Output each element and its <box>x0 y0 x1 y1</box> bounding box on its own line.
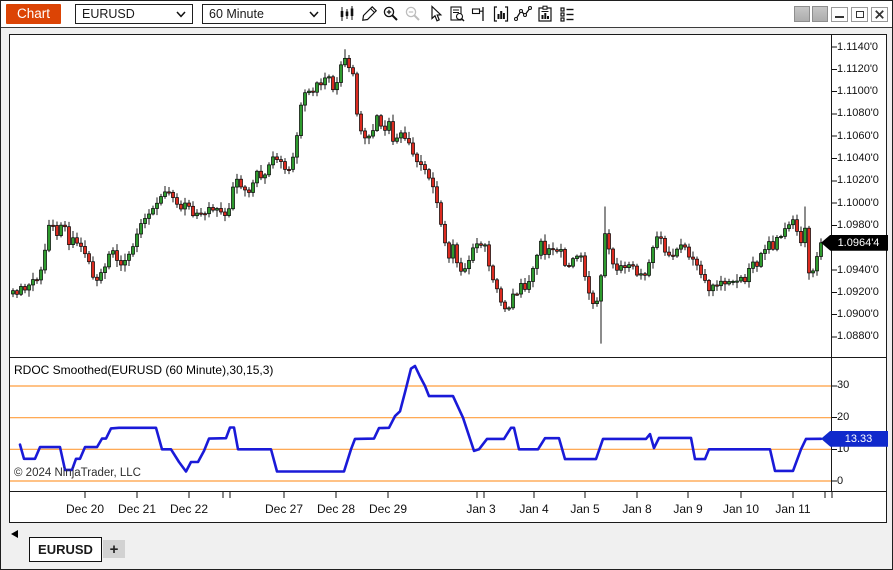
chart-style-icon[interactable] <box>336 4 358 24</box>
indicator-label: RDOC Smoothed(EURUSD (60 Minute),30,15,3… <box>14 363 274 377</box>
zoom-out-icon[interactable] <box>402 4 424 24</box>
chart-trader-icon[interactable] <box>468 4 490 24</box>
date-tick-label: Jan 11 <box>775 502 811 516</box>
price-tick-label: 1.1100'0 <box>837 85 879 98</box>
copyright-text: © 2024 NinjaTrader, LLC <box>14 467 141 479</box>
close-button[interactable] <box>871 6 888 22</box>
price-tick-label: 1.1140'0 <box>837 40 879 53</box>
indicator-value-badge: 13.33 <box>821 430 888 447</box>
date-tick-label: Jan 9 <box>673 502 703 516</box>
price-tick-label: 1.0900'0 <box>837 308 879 321</box>
indicator-tick-label: 20 <box>837 411 850 424</box>
instrument-selector[interactable]: EURUSD <box>75 4 194 24</box>
date-tick-label: Dec 22 <box>169 502 209 516</box>
date-tick-label: Dec 21 <box>117 502 157 516</box>
instrument-value: EURUSD <box>82 7 135 21</box>
price-tick-label: 1.0980'0 <box>837 218 879 231</box>
date-tick-label: Jan 3 <box>466 502 496 516</box>
chart-plot-area[interactable] <box>9 34 887 523</box>
indicator-tick-label: 0 <box>837 474 844 487</box>
price-tick-label: 1.0880'0 <box>837 330 879 343</box>
toolbar-icons <box>336 4 578 24</box>
date-tick-label: Dec 29 <box>368 502 408 516</box>
document-search-icon[interactable] <box>446 4 468 24</box>
date-tick-label: Jan 5 <box>570 502 600 516</box>
window-tab-chart[interactable]: Chart <box>6 4 62 24</box>
price-tick-label: 1.1040'0 <box>837 152 879 164</box>
price-tick-label: 1.0920'0 <box>837 285 879 298</box>
price-tick-label: 1.0940'0 <box>837 263 879 276</box>
chart-properties-icon[interactable] <box>534 4 556 24</box>
add-tab-button[interactable]: + <box>103 540 125 558</box>
cursor-icon[interactable] <box>424 4 446 24</box>
indicators-icon[interactable] <box>490 4 512 24</box>
zoom-in-icon[interactable] <box>380 4 402 24</box>
tab-eurusd[interactable]: EURUSD <box>29 537 102 562</box>
price-tick-label: 1.1020'0 <box>837 174 879 187</box>
price-tick-label: 1.1000'0 <box>837 196 879 209</box>
date-tick-label: Dec 28 <box>316 502 356 516</box>
window-controls <box>792 6 888 22</box>
indicator-tick-label: 30 <box>837 379 850 392</box>
date-tick-label: Dec 27 <box>264 502 304 516</box>
date-tick-label: Dec 20 <box>65 502 105 516</box>
instrument-link-button[interactable] <box>794 6 810 22</box>
strategies-icon[interactable] <box>512 4 534 24</box>
chevron-down-icon <box>176 10 186 18</box>
toolbar: Chart EURUSD 60 Minute <box>1 1 892 28</box>
maximize-icon <box>855 10 864 18</box>
minimize-button[interactable] <box>831 6 848 22</box>
date-tick-label: Jan 10 <box>722 502 760 516</box>
time-axis[interactable]: Dec 20 Dec 21 Dec 22 Dec 27 Dec 28 Dec 29 Jan … <box>1 491 887 523</box>
drawing-tools-icon[interactable] <box>358 4 380 24</box>
minimize-icon <box>835 16 844 18</box>
price-tick-label: 1.1080'0 <box>837 107 879 120</box>
scroll-tabs-left-icon[interactable] <box>11 530 18 538</box>
interval-value: 60 Minute <box>209 7 264 21</box>
data-series-icon[interactable] <box>556 4 578 24</box>
chart-window: Chart EURUSD 60 Minute RDOC Smoothed(EUR… <box>0 0 893 570</box>
last-price-badge: 1.0964'4 <box>821 234 888 251</box>
price-tick-label: 1.1120'0 <box>837 62 879 75</box>
interval-link-button[interactable] <box>812 6 828 22</box>
chevron-down-icon <box>309 10 319 18</box>
close-icon <box>875 9 884 19</box>
price-tick-label: 1.1060'0 <box>837 129 879 142</box>
indicator-axis[interactable]: 30 20 10 0 <box>837 357 889 491</box>
price-axis[interactable]: 1.1140'0 1.1120'0 1.1100'0 1.1080'0 1.1060'0… <box>837 34 889 357</box>
date-tick-label: Jan 4 <box>519 502 549 516</box>
interval-selector[interactable]: 60 Minute <box>202 4 327 24</box>
date-tick-label: Jan 8 <box>622 502 652 516</box>
maximize-button[interactable] <box>851 6 868 22</box>
